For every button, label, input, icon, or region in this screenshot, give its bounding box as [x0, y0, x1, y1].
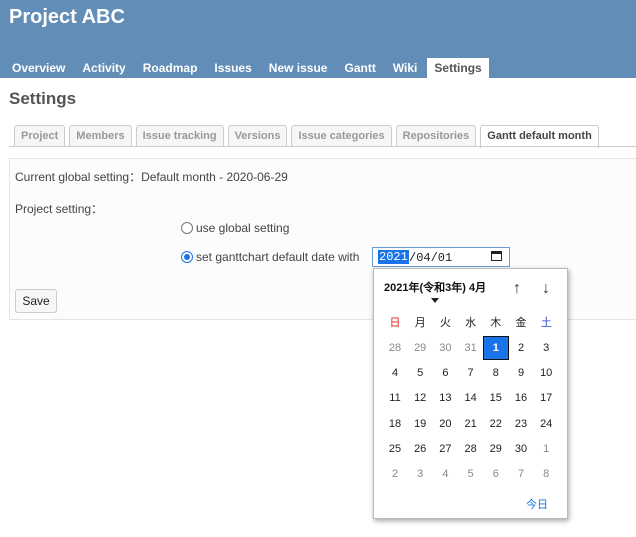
calendar-day[interactable]: 9 [509, 362, 533, 384]
tab-members[interactable]: Members [69, 125, 132, 147]
calendar-day[interactable]: 31 [459, 337, 483, 359]
calendar-day[interactable]: 22 [484, 413, 508, 435]
date-year-segment[interactable]: 2021 [378, 250, 409, 264]
next-month-arrow-icon[interactable]: ↓ [538, 281, 554, 297]
menu-new-issue[interactable]: New issue [262, 58, 335, 78]
today-button[interactable]: 今日 [526, 496, 548, 512]
calendar-day[interactable]: 7 [459, 362, 483, 384]
weekday-header: 金 [515, 317, 527, 329]
calendar-day[interactable]: 8 [534, 463, 558, 485]
calendar-day[interactable]: 3 [408, 463, 432, 485]
calendar-day[interactable]: 4 [383, 362, 407, 384]
calendar-day[interactable]: 6 [484, 463, 508, 485]
calendar-day[interactable]: 30 [433, 337, 457, 359]
calendar-day[interactable]: 15 [484, 387, 508, 409]
calendar-day[interactable]: 20 [433, 413, 457, 435]
menu-issues[interactable]: Issues [207, 58, 258, 78]
weekday-header: 月 [414, 317, 426, 329]
calendar-day[interactable]: 28 [383, 337, 407, 359]
current-global-setting: Current global setting：Default month - 2… [15, 170, 288, 184]
menu-activity[interactable]: Activity [75, 58, 132, 78]
calendar-day[interactable]: 27 [433, 438, 457, 460]
header: Project ABC Overview Activity Roadmap Is… [0, 0, 636, 78]
calendar-day[interactable]: 3 [534, 337, 558, 359]
calendar-day[interactable]: 6 [433, 362, 457, 384]
calendar-day[interactable]: 16 [509, 387, 533, 409]
calendar-day[interactable]: 1 [534, 438, 558, 460]
weekday-header: 水 [465, 317, 477, 329]
menu-gantt[interactable]: Gantt [337, 58, 382, 78]
calendar-day[interactable]: 21 [459, 413, 483, 435]
previous-month-arrow-icon[interactable]: ↑ [509, 281, 525, 297]
month-dropdown-caret-icon[interactable] [431, 298, 439, 303]
calendar-day[interactable]: 30 [509, 438, 533, 460]
calendar-day[interactable]: 24 [534, 413, 558, 435]
calendar-day[interactable]: 5 [459, 463, 483, 485]
project-setting-label: Project setting： [15, 202, 104, 216]
menu-overview[interactable]: Overview [5, 58, 72, 78]
calendar-icon[interactable] [491, 251, 502, 261]
project-title[interactable]: Project ABC [9, 6, 125, 29]
calendar-day[interactable]: 13 [433, 387, 457, 409]
tab-issue-categories[interactable]: Issue categories [291, 125, 392, 147]
weekday-header: 土 [540, 317, 552, 329]
weekday-header: 木 [490, 317, 502, 329]
tab-issue-tracking[interactable]: Issue tracking [135, 125, 224, 147]
calendar-day[interactable]: 1 [482, 336, 509, 360]
tab-divider [9, 146, 636, 147]
calendar-day[interactable]: 2 [509, 337, 533, 359]
weekday-header: 日 [389, 317, 401, 329]
weekday-header: 火 [439, 317, 451, 329]
calendar-day[interactable]: 18 [383, 413, 407, 435]
use-global-radio[interactable] [181, 222, 193, 234]
calendar-day[interactable]: 11 [383, 387, 407, 409]
tab-repositories[interactable]: Repositories [395, 125, 477, 147]
date-month-day-segment[interactable]: /04/01 [409, 251, 452, 265]
date-picker-popup: 2021年(令和3年) 4月 ↑ ↓ 日月火水木金土 28 29 30 31 1 2 3 4 5 6… [373, 268, 568, 519]
custom-date-radio[interactable] [181, 251, 193, 263]
tab-project[interactable]: Project [14, 125, 66, 147]
calendar-day[interactable]: 8 [484, 362, 508, 384]
calendar-day[interactable]: 28 [459, 438, 483, 460]
calendar-day[interactable]: 4 [433, 463, 457, 485]
calendar-month-label[interactable]: 2021年(令和3年) 4月 [384, 279, 486, 295]
calendar-day[interactable]: 17 [534, 387, 558, 409]
calendar-day[interactable]: 26 [408, 438, 432, 460]
tab-gantt-default-month[interactable]: Gantt default month [480, 125, 599, 148]
calendar-day[interactable]: 19 [408, 413, 432, 435]
save-button[interactable]: Save [15, 289, 57, 313]
custom-date-label[interactable]: set ganttchart default date with [196, 250, 359, 264]
calendar-day[interactable]: 29 [484, 438, 508, 460]
calendar-day[interactable]: 12 [408, 387, 432, 409]
menu-roadmap[interactable]: Roadmap [136, 58, 205, 78]
calendar-day[interactable]: 10 [534, 362, 558, 384]
page-title: Settings [9, 89, 77, 108]
calendar-day[interactable]: 5 [408, 362, 432, 384]
calendar-day[interactable]: 25 [383, 438, 407, 460]
calendar-day[interactable]: 29 [408, 337, 432, 359]
menu-settings[interactable]: Settings [427, 58, 489, 78]
calendar-day[interactable]: 23 [509, 413, 533, 435]
main-menu: Overview Activity Roadmap Issues New iss… [5, 58, 492, 78]
settings-tabs: Project Members Issue tracking Versions … [14, 125, 603, 148]
menu-wiki[interactable]: Wiki [386, 58, 425, 78]
calendar-day[interactable]: 7 [509, 463, 533, 485]
calendar-day[interactable]: 2 [383, 463, 407, 485]
tab-versions[interactable]: Versions [227, 125, 288, 147]
use-global-label[interactable]: use global setting [196, 221, 289, 235]
calendar-day[interactable]: 14 [459, 387, 483, 409]
default-date-input[interactable]: 2021 /04/01 [372, 247, 510, 267]
